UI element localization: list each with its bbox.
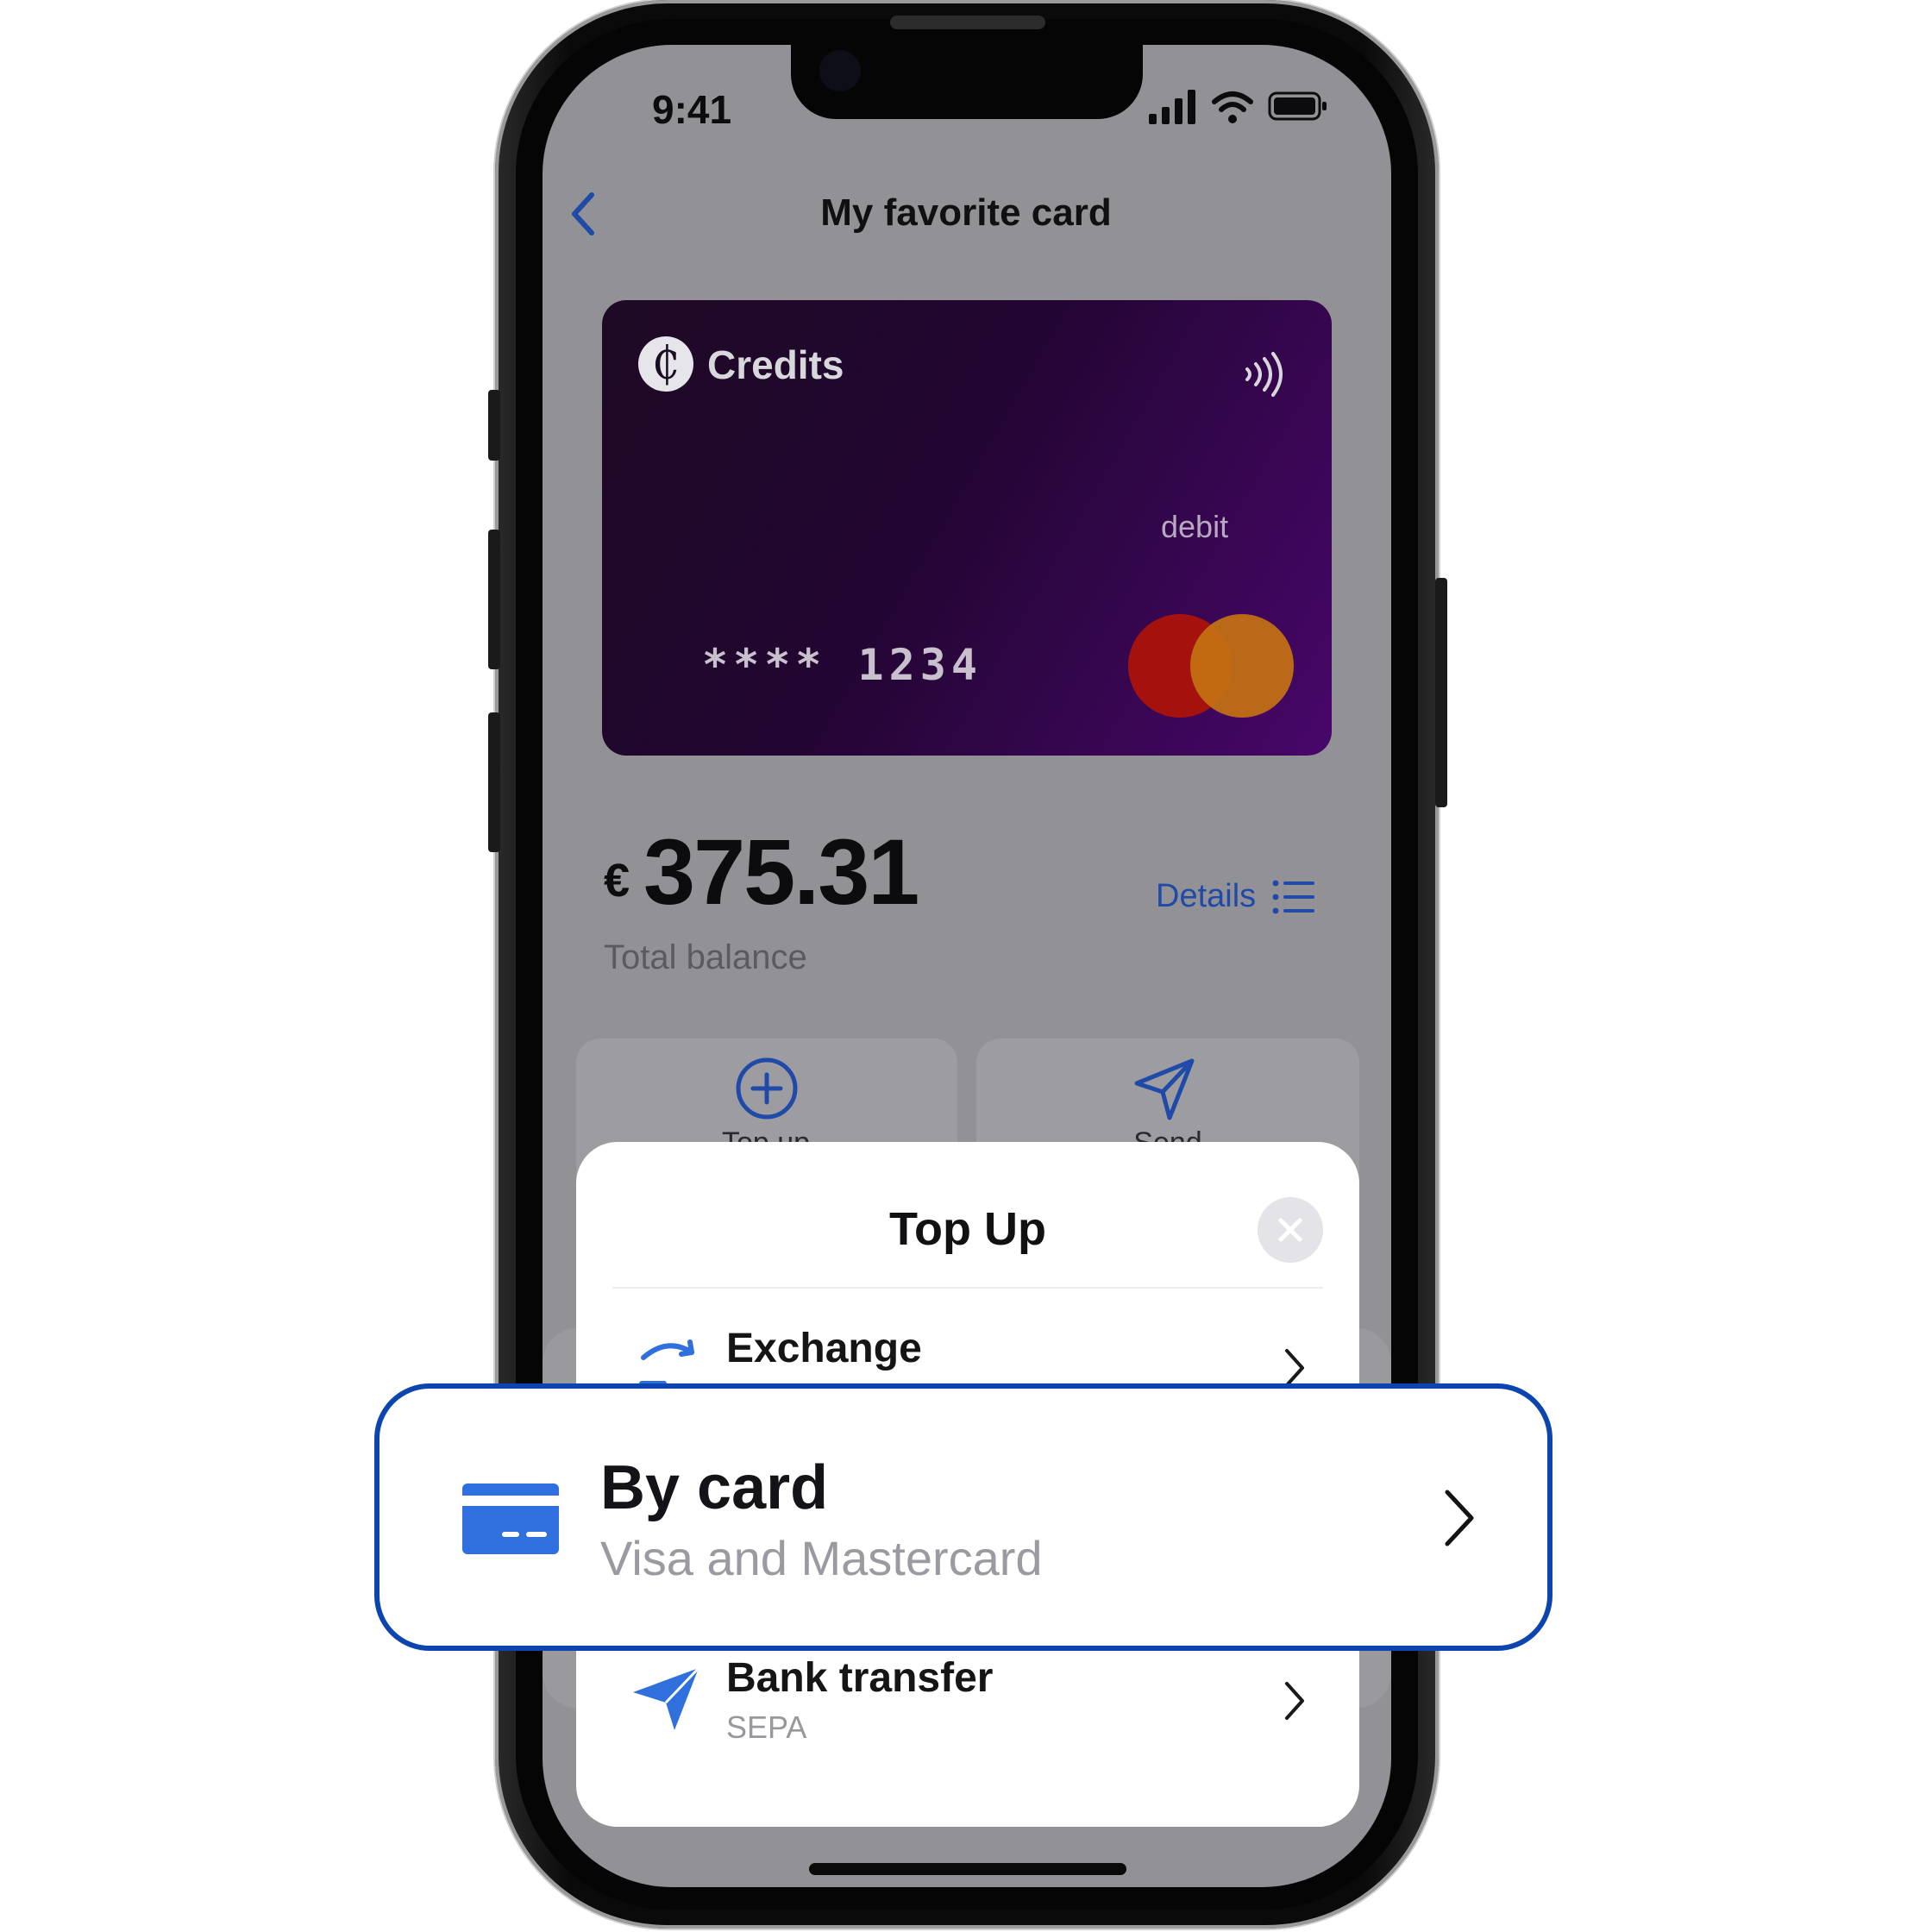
option-exchange-title: Exchange <box>726 1326 922 1371</box>
power-button <box>1435 578 1447 807</box>
volume-down-button <box>488 712 500 852</box>
list-icon[interactable] <box>1271 878 1314 916</box>
close-button[interactable] <box>1258 1197 1323 1263</box>
paper-plane-icon <box>1134 1058 1195 1120</box>
details-link[interactable]: Details <box>1156 878 1256 915</box>
mute-switch <box>488 390 500 461</box>
volume-up-button <box>488 530 500 669</box>
close-icon <box>1278 1218 1302 1242</box>
balance-amount: 375.31 <box>643 819 919 924</box>
exchange-icon <box>639 1339 694 1386</box>
sheet-divider <box>612 1287 1323 1289</box>
plus-circle-icon <box>736 1057 798 1120</box>
option-by-card-title: By card <box>600 1453 829 1522</box>
battery-icon <box>1268 91 1327 121</box>
speaker-grille <box>890 16 1045 29</box>
balance-label: Total balance <box>604 938 807 976</box>
status-time: 9:41 <box>652 87 732 132</box>
balance-currency: € <box>604 855 630 906</box>
option-bank-transfer-title: Bank transfer <box>726 1655 994 1701</box>
contactless-icon <box>1245 352 1283 397</box>
sheet-title: Top Up <box>889 1203 1046 1255</box>
chevron-right-icon <box>1445 1490 1474 1546</box>
credit-card-icon <box>462 1484 559 1554</box>
credits-logo-icon: ₵ <box>638 336 693 392</box>
paper-plane-icon <box>633 1666 700 1730</box>
option-by-card-subtitle: Visa and Mastercard <box>600 1531 1043 1585</box>
page-title: My favorite card <box>820 191 1112 234</box>
option-exchange[interactable] <box>612 1299 1323 1389</box>
home-indicator <box>809 1863 1126 1875</box>
chevron-right-icon <box>1285 1682 1304 1720</box>
signal-icon <box>1149 90 1195 124</box>
card-type: debit <box>1161 509 1229 544</box>
card-brand: Credits <box>707 342 844 387</box>
option-bank-transfer-subtitle: SEPA <box>726 1709 807 1745</box>
front-camera <box>819 50 861 91</box>
wifi-icon <box>1212 91 1253 123</box>
mastercard-logo-icon-overlap <box>1190 614 1294 718</box>
card-number: **** 1234 <box>702 640 982 690</box>
